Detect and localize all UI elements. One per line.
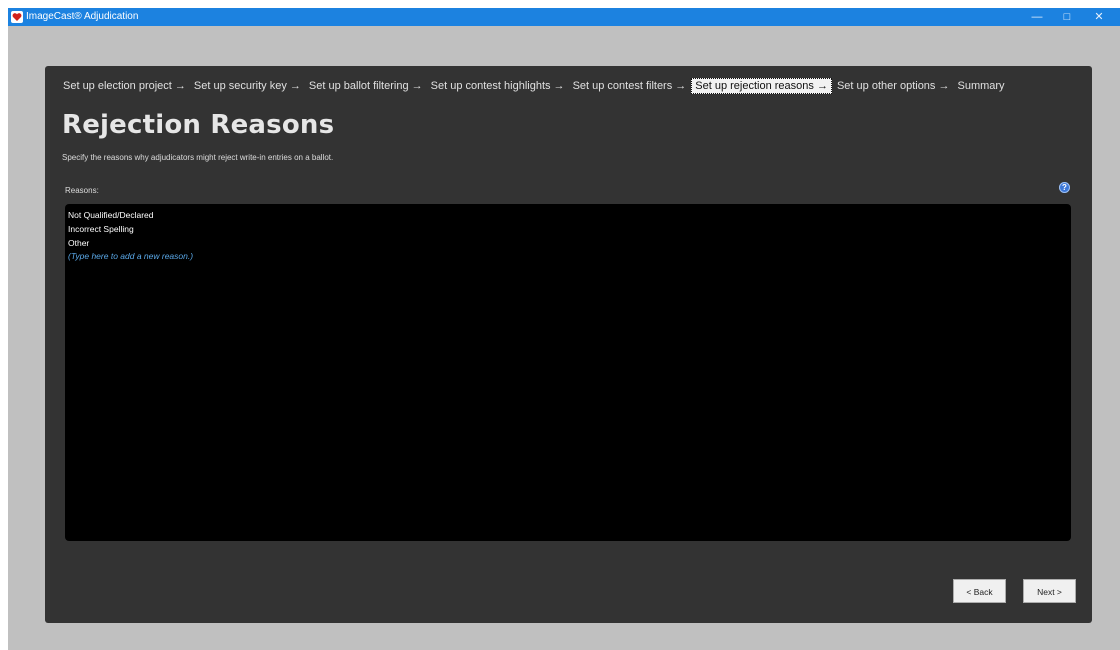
app-icon	[11, 11, 23, 23]
new-reason-input[interactable]: (Type here to add a new reason.)	[65, 250, 1071, 262]
step-other-options[interactable]: Set up other options →	[834, 78, 953, 94]
wizard-panel: Set up election project → Set up securit…	[45, 66, 1092, 623]
step-contest-highlights[interactable]: Set up contest highlights →	[428, 78, 568, 94]
page-title: Rejection Reasons	[62, 110, 335, 140]
reason-item[interactable]: Other	[65, 236, 1071, 250]
help-icon[interactable]: ?	[1059, 182, 1070, 193]
window-title: ImageCast® Adjudication	[26, 11, 139, 22]
step-ballot-filtering[interactable]: Set up ballot filtering →	[306, 78, 426, 94]
minimize-icon[interactable]: —	[1022, 8, 1052, 26]
title-bar: ImageCast® Adjudication — □ ✕	[8, 8, 1120, 26]
step-security-key[interactable]: Set up security key →	[191, 78, 304, 94]
reason-item[interactable]: Incorrect Spelling	[65, 222, 1071, 236]
step-contest-filters[interactable]: Set up contest filters →	[570, 78, 690, 94]
reasons-label: Reasons:	[65, 186, 99, 195]
step-rejection-reasons[interactable]: Set up rejection reasons →	[691, 78, 832, 94]
reason-item[interactable]: Not Qualified/Declared	[65, 208, 1071, 222]
back-button[interactable]: < Back	[953, 579, 1006, 603]
page-subtitle: Specify the reasons why adjudicators mig…	[62, 153, 334, 162]
next-button[interactable]: Next >	[1023, 579, 1076, 603]
close-icon[interactable]: ✕	[1084, 8, 1114, 26]
reasons-list[interactable]: Not Qualified/Declared Incorrect Spellin…	[65, 204, 1071, 541]
step-summary[interactable]: Summary	[954, 78, 1007, 94]
maximize-icon[interactable]: □	[1052, 8, 1082, 26]
step-election-project[interactable]: Set up election project →	[60, 78, 189, 94]
wizard-steps: Set up election project → Set up securit…	[60, 78, 1010, 94]
